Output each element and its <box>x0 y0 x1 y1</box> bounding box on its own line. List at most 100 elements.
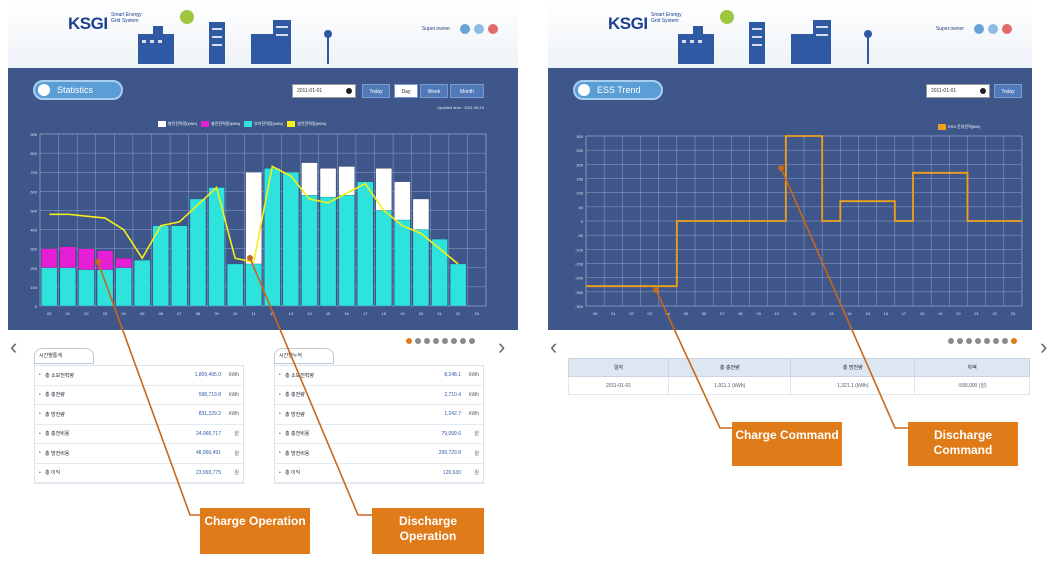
list-item: • 총 충전량 598,719.8 kWh <box>35 386 243 405</box>
pager-dot[interactable] <box>451 338 457 344</box>
list-item: • 총 방전비용 48,960,491 원 <box>35 444 243 464</box>
pager-dot[interactable] <box>1002 338 1008 344</box>
user-icon[interactable] <box>474 24 484 34</box>
y-tick-label: 50 <box>579 205 584 210</box>
x-tick-label: 21 <box>437 311 442 316</box>
table-cell: 2011-01-01 <box>567 376 670 395</box>
stat-unit: 원 <box>474 450 479 457</box>
x-tick-label: 15 <box>326 311 331 316</box>
y-tick-label: -50 <box>577 233 584 238</box>
y-tick-label: 150 <box>576 177 583 182</box>
pager-dot[interactable] <box>966 338 972 344</box>
home-icon[interactable] <box>460 24 470 34</box>
pager-dot[interactable] <box>442 338 448 344</box>
y-tick-label: 400 <box>30 228 37 233</box>
tab-hourly-cumulative[interactable]: 시간별누적 <box>274 348 334 364</box>
column-header[interactable]: 총 방전량 <box>790 358 916 377</box>
x-tick-label: 20 <box>419 311 424 316</box>
column-header[interactable]: 차액 <box>914 358 1030 377</box>
y-tick-label: 600 <box>30 189 37 194</box>
y-tick-label: 700 <box>30 170 37 175</box>
pager-dot[interactable] <box>424 338 430 344</box>
x-tick-label: 13 <box>829 311 834 316</box>
pager-dot[interactable] <box>433 338 439 344</box>
x-tick-label: 08 <box>196 311 201 316</box>
stat-value: 48,960,491 <box>195 450 221 457</box>
y-tick-label: 500 <box>30 208 37 213</box>
x-tick-label: 10 <box>775 311 780 316</box>
user-label: Super.owner <box>421 26 450 32</box>
tab-hourly-stats[interactable]: 시간별통계 <box>34 348 94 364</box>
y-tick-label: 300 <box>576 134 583 139</box>
column-header[interactable]: 총 충전량 <box>668 358 792 377</box>
x-tick-label: 01 <box>66 311 71 316</box>
stat-value: 1,242.7 <box>444 411 461 418</box>
prev-arrow-icon[interactable]: ‹ <box>10 334 17 360</box>
discharge-command-callout: Discharge Command <box>908 422 1018 466</box>
cloud-icon <box>180 10 194 24</box>
next-arrow-icon[interactable]: › <box>498 334 505 360</box>
x-tick-label: 19 <box>938 311 943 316</box>
bar-load <box>189 198 207 307</box>
y-tick-label: -200 <box>575 276 584 281</box>
stat-unit: 원 <box>474 470 479 477</box>
logo[interactable]: KSGI <box>608 14 648 34</box>
list-item: • 총 충전비용 24,966,717 원 <box>35 425 243 444</box>
x-tick-label: 15 <box>865 311 870 316</box>
stat-value: 299,729.8 <box>438 450 461 457</box>
stat-unit: 원 <box>234 470 239 477</box>
table-row[interactable]: 2011-01-01 1,911.1 (kWh) 1,321.1 (kWh) -590… <box>567 376 1030 395</box>
x-tick-label: 16 <box>884 311 889 316</box>
stat-label: 총 소모전력량 <box>285 372 314 379</box>
pager-dot[interactable] <box>415 338 421 344</box>
stat-unit: 원 <box>234 450 239 457</box>
pager-dot[interactable] <box>469 338 475 344</box>
list-item: • 총 방전비용 299,729.8 원 <box>275 444 483 464</box>
ess-trend-panel: KSGI Smart Energy Grid System Super.owne… <box>548 0 1047 561</box>
pager-dot[interactable] <box>984 338 990 344</box>
x-tick-label: 21 <box>974 311 979 316</box>
power-icon[interactable] <box>1002 24 1012 34</box>
next-arrow-icon[interactable]: › <box>1040 334 1047 360</box>
bar-load <box>134 259 151 307</box>
column-header[interactable]: 일자 <box>567 358 670 377</box>
header: KSGI Smart Energy Grid System Super.owne… <box>548 0 1032 68</box>
bar-load <box>264 168 281 307</box>
x-tick-label: 17 <box>363 311 368 316</box>
bar-load <box>226 263 244 307</box>
pager-dot[interactable] <box>975 338 981 344</box>
list-item: • 총 방전량 831,229.2 kWh <box>35 405 243 425</box>
x-tick-label: 07 <box>177 311 182 316</box>
user-icon[interactable] <box>988 24 998 34</box>
power-icon[interactable] <box>488 24 498 34</box>
x-tick-label: 03 <box>647 311 652 316</box>
y-tick-label: 800 <box>30 151 37 156</box>
list-item: • 총 방전량 1,242.7 kWh <box>275 405 483 425</box>
stat-value: 2,710.4 <box>444 391 461 398</box>
bar-load <box>96 269 114 307</box>
x-tick-label: 17 <box>902 311 907 316</box>
pager-dot[interactable] <box>993 338 999 344</box>
x-tick-label: 00 <box>47 311 52 316</box>
x-tick-label: 08 <box>738 311 743 316</box>
prev-arrow-icon[interactable]: ‹ <box>550 334 557 360</box>
y-tick-label: 900 <box>30 132 37 137</box>
x-tick-label: 09 <box>214 311 219 316</box>
pager-dot[interactable] <box>948 338 954 344</box>
pager-dot[interactable] <box>460 338 466 344</box>
ess-summary-table: 일자 총 충전량 총 방전량 차액 2011-01-01 1,911.1 (kWh) 1,… <box>567 358 1030 395</box>
bar-load <box>245 263 262 307</box>
pager-dot[interactable] <box>406 338 412 344</box>
stat-label: 총 방전량 <box>285 411 305 418</box>
x-tick-label: 04 <box>666 311 671 316</box>
app-root: KSGI Smart Energy Grid System Super.owne… <box>0 0 1050 561</box>
stat-label: 총 방전비용 <box>285 450 310 457</box>
logo[interactable]: KSGI <box>68 14 108 34</box>
pager-dot[interactable] <box>957 338 963 344</box>
pager-dot[interactable] <box>1011 338 1017 344</box>
home-icon[interactable] <box>974 24 984 34</box>
x-tick-label: 12 <box>270 311 275 316</box>
x-tick-label: 02 <box>629 311 634 316</box>
bar-load <box>41 267 58 307</box>
list-item: • 총 소모전력량 8,248.1 kWh <box>275 366 483 386</box>
